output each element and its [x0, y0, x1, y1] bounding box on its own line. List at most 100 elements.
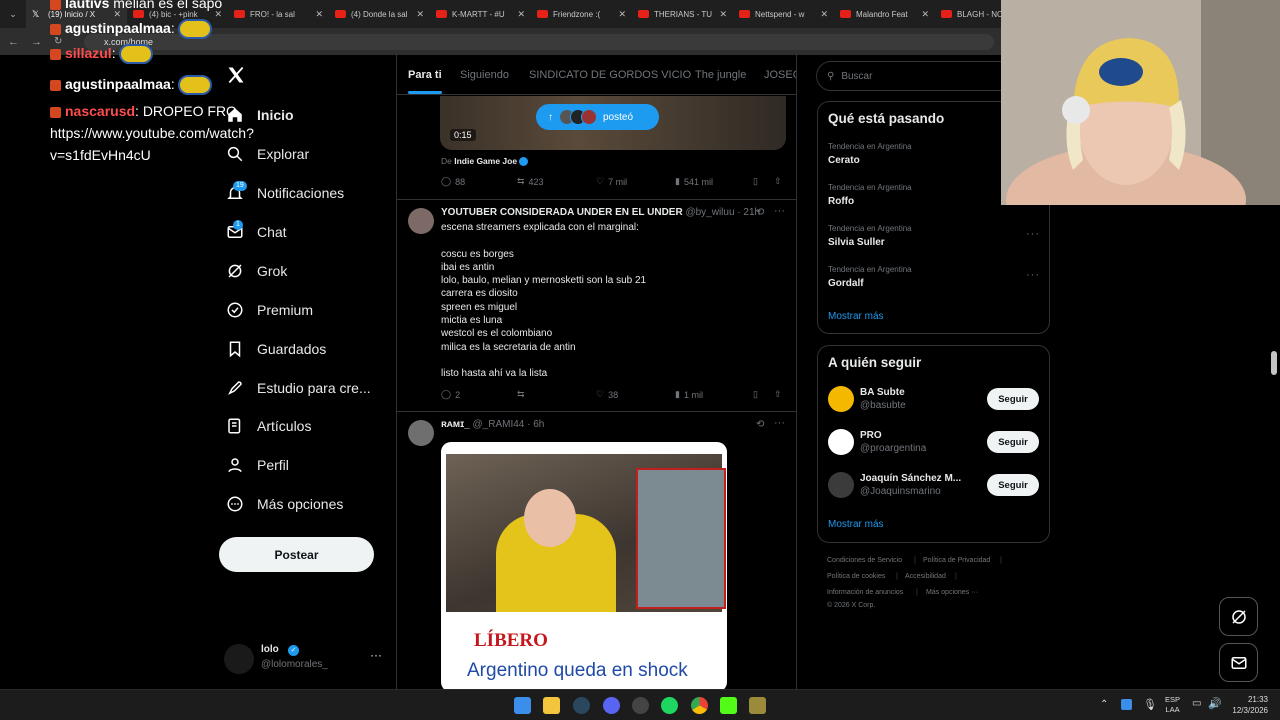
account-switcher[interactable]: lolo ✓ @lolomorales_ ···	[224, 640, 384, 680]
spotify-icon[interactable]	[661, 697, 678, 714]
file-explorer-icon[interactable]	[543, 697, 560, 714]
reply-button[interactable]: ◯ 2	[441, 389, 460, 400]
avatar[interactable]	[408, 420, 434, 446]
sidebar-item-bell[interactable]: 19 Notificaciones	[226, 178, 344, 208]
start-icon[interactable]	[514, 697, 531, 714]
new-posts-pill[interactable]: ↑ posteó	[536, 104, 659, 130]
account-more-icon[interactable]: ···	[370, 648, 382, 662]
steam-icon[interactable]	[573, 697, 590, 714]
tweet-image[interactable]: LÍBERO Argentino queda en shock	[441, 442, 727, 689]
views-button[interactable]: ▮ 1 mil	[675, 389, 703, 400]
close-icon[interactable]: ✕	[618, 9, 626, 20]
footer-accessibility-link[interactable]: Accesibilidad	[905, 573, 946, 580]
post-button[interactable]: Postear	[219, 537, 374, 572]
footer-cookies-link[interactable]: Política de cookies	[827, 573, 885, 580]
author-handle[interactable]: @by_wiluu · 21h	[685, 207, 760, 218]
trends-show-more[interactable]: Mostrar más	[828, 311, 884, 322]
tab-the-jungle[interactable]: The jungle	[695, 69, 746, 81]
browser-tab[interactable]: Friendzone :(✕	[531, 0, 632, 28]
footer-more-link[interactable]: Más opciones ···	[926, 589, 978, 596]
grok-floating-button[interactable]	[1219, 597, 1258, 636]
close-icon[interactable]: ✕	[719, 9, 727, 20]
tray-app-icon[interactable]	[1121, 699, 1132, 710]
follow-button[interactable]: Seguir	[987, 474, 1039, 496]
follow-handle[interactable]: @Joaquinsmarino	[860, 486, 941, 497]
close-icon[interactable]: ✕	[820, 9, 828, 20]
footer-ads-link[interactable]: Información de anuncios	[827, 589, 903, 596]
browser-tab[interactable]: THERIANS - TU ✕	[632, 0, 733, 28]
follow-handle[interactable]: @basubte	[860, 400, 906, 411]
volume-icon[interactable]: 🔊	[1208, 697, 1222, 710]
clock[interactable]: 21:33 12/3/2026	[1228, 694, 1268, 716]
avatar[interactable]	[408, 208, 434, 234]
follow-show-more[interactable]: Mostrar más	[828, 519, 884, 530]
sidebar-item-person[interactable]: Perfil	[226, 450, 289, 480]
follow-name[interactable]: BA Subte	[860, 387, 905, 398]
avatar[interactable]	[828, 386, 854, 412]
retweet-button[interactable]: ⇆ 423	[517, 176, 544, 187]
like-button[interactable]: ♡ 38	[596, 389, 618, 400]
network-icon[interactable]: ▭	[1192, 698, 1201, 709]
follow-handle[interactable]: @proargentina	[860, 443, 926, 454]
chrome-icon[interactable]	[691, 697, 708, 714]
sidebar-item-rocket[interactable]: Estudio para cre...	[226, 373, 371, 403]
trend-more-icon[interactable]: ···	[1026, 269, 1040, 281]
follow-button[interactable]: Seguir	[987, 431, 1039, 453]
follow-name[interactable]: PRO	[860, 430, 882, 441]
views-button[interactable]: ▮ 541 mil	[675, 176, 713, 187]
close-icon[interactable]: ✕	[921, 9, 929, 20]
close-icon[interactable]: ✕	[416, 9, 424, 20]
retweet-button[interactable]: ⇆	[517, 389, 525, 400]
tab-siguiendo[interactable]: Siguiendo	[460, 69, 509, 81]
browser-tab[interactable]: Malandro Feat ✕	[834, 0, 935, 28]
like-button[interactable]: ♡ 7 mil	[596, 176, 627, 187]
back-icon[interactable]: ←	[8, 36, 19, 48]
tweet-more-icon[interactable]: ···	[774, 417, 785, 429]
forward-icon[interactable]: →	[31, 36, 42, 48]
app-icon[interactable]	[749, 697, 766, 714]
search-input[interactable]: ⚲ Buscar	[816, 61, 1016, 91]
close-icon[interactable]: ✕	[315, 9, 323, 20]
tab-para-ti[interactable]: Para ti	[408, 69, 442, 81]
follow-button[interactable]: Seguir	[987, 388, 1039, 410]
tab-sindicato[interactable]: SINDICATO DE GORDOS VICIO	[529, 69, 691, 81]
tab-joseo[interactable]: JOSEO	[764, 69, 796, 81]
discord-icon[interactable]	[603, 697, 620, 714]
trend-more-icon[interactable]: ···	[1026, 228, 1040, 240]
microphone-icon[interactable]: 🎙	[1143, 698, 1157, 711]
author-name[interactable]: YOUTUBER CONSIDERADA UNDER EN EL UNDER	[441, 207, 683, 218]
avatar[interactable]	[828, 472, 854, 498]
from-name[interactable]: Indie Game Joe	[454, 156, 517, 166]
author-name[interactable]: ʀᴀᴍɪ_	[441, 419, 470, 430]
bookmark-icon[interactable]: ▯	[753, 176, 758, 187]
sidebar-item-premium[interactable]: Premium	[226, 295, 313, 325]
obs-icon[interactable]	[632, 697, 649, 714]
reply-button[interactable]: ◯ 88	[441, 176, 465, 187]
grok-icon[interactable]: ⟲	[756, 419, 764, 430]
tab-list-button[interactable]: ⌄	[0, 0, 26, 28]
avatar[interactable]	[828, 429, 854, 455]
author-handle[interactable]: @_RAMI44 · 6h	[473, 419, 545, 430]
tweet-more-icon[interactable]: ···	[774, 205, 785, 217]
grok-icon[interactable]: ⟲	[756, 207, 764, 218]
share-icon[interactable]: ⇧	[774, 176, 782, 187]
messages-floating-button[interactable]	[1219, 643, 1258, 682]
scrollbar-thumb[interactable]	[1271, 351, 1277, 375]
sidebar-item-more-circle[interactable]: Más opciones	[226, 489, 343, 519]
footer-terms-link[interactable]: Condiciones de Servicio	[827, 557, 902, 564]
language-indicator[interactable]: ESP LAA	[1165, 695, 1180, 715]
sidebar-item-mail[interactable]: 1 Chat	[226, 217, 287, 247]
share-icon[interactable]: ⇧	[774, 389, 782, 400]
browser-tab[interactable]: K-MARTT - #U ✕	[430, 0, 531, 28]
follow-name[interactable]: Joaquín Sánchez M...	[860, 473, 961, 484]
kick-icon[interactable]	[720, 697, 737, 714]
sidebar-item-bookmark[interactable]: Guardados	[226, 334, 326, 364]
bookmark-icon[interactable]: ▯	[753, 389, 758, 400]
close-icon[interactable]: ✕	[517, 9, 525, 20]
tray-chevron-icon[interactable]: ⌃	[1100, 699, 1108, 710]
browser-tab[interactable]: Nettspend - w ✕	[733, 0, 834, 28]
browser-tab[interactable]: (4) Donde la sal ✕	[329, 0, 430, 28]
sidebar-item-article[interactable]: Artículos	[226, 411, 311, 441]
footer-privacy-link[interactable]: Política de Privacidad	[923, 557, 990, 564]
sidebar-item-grok[interactable]: Grok	[226, 256, 287, 286]
